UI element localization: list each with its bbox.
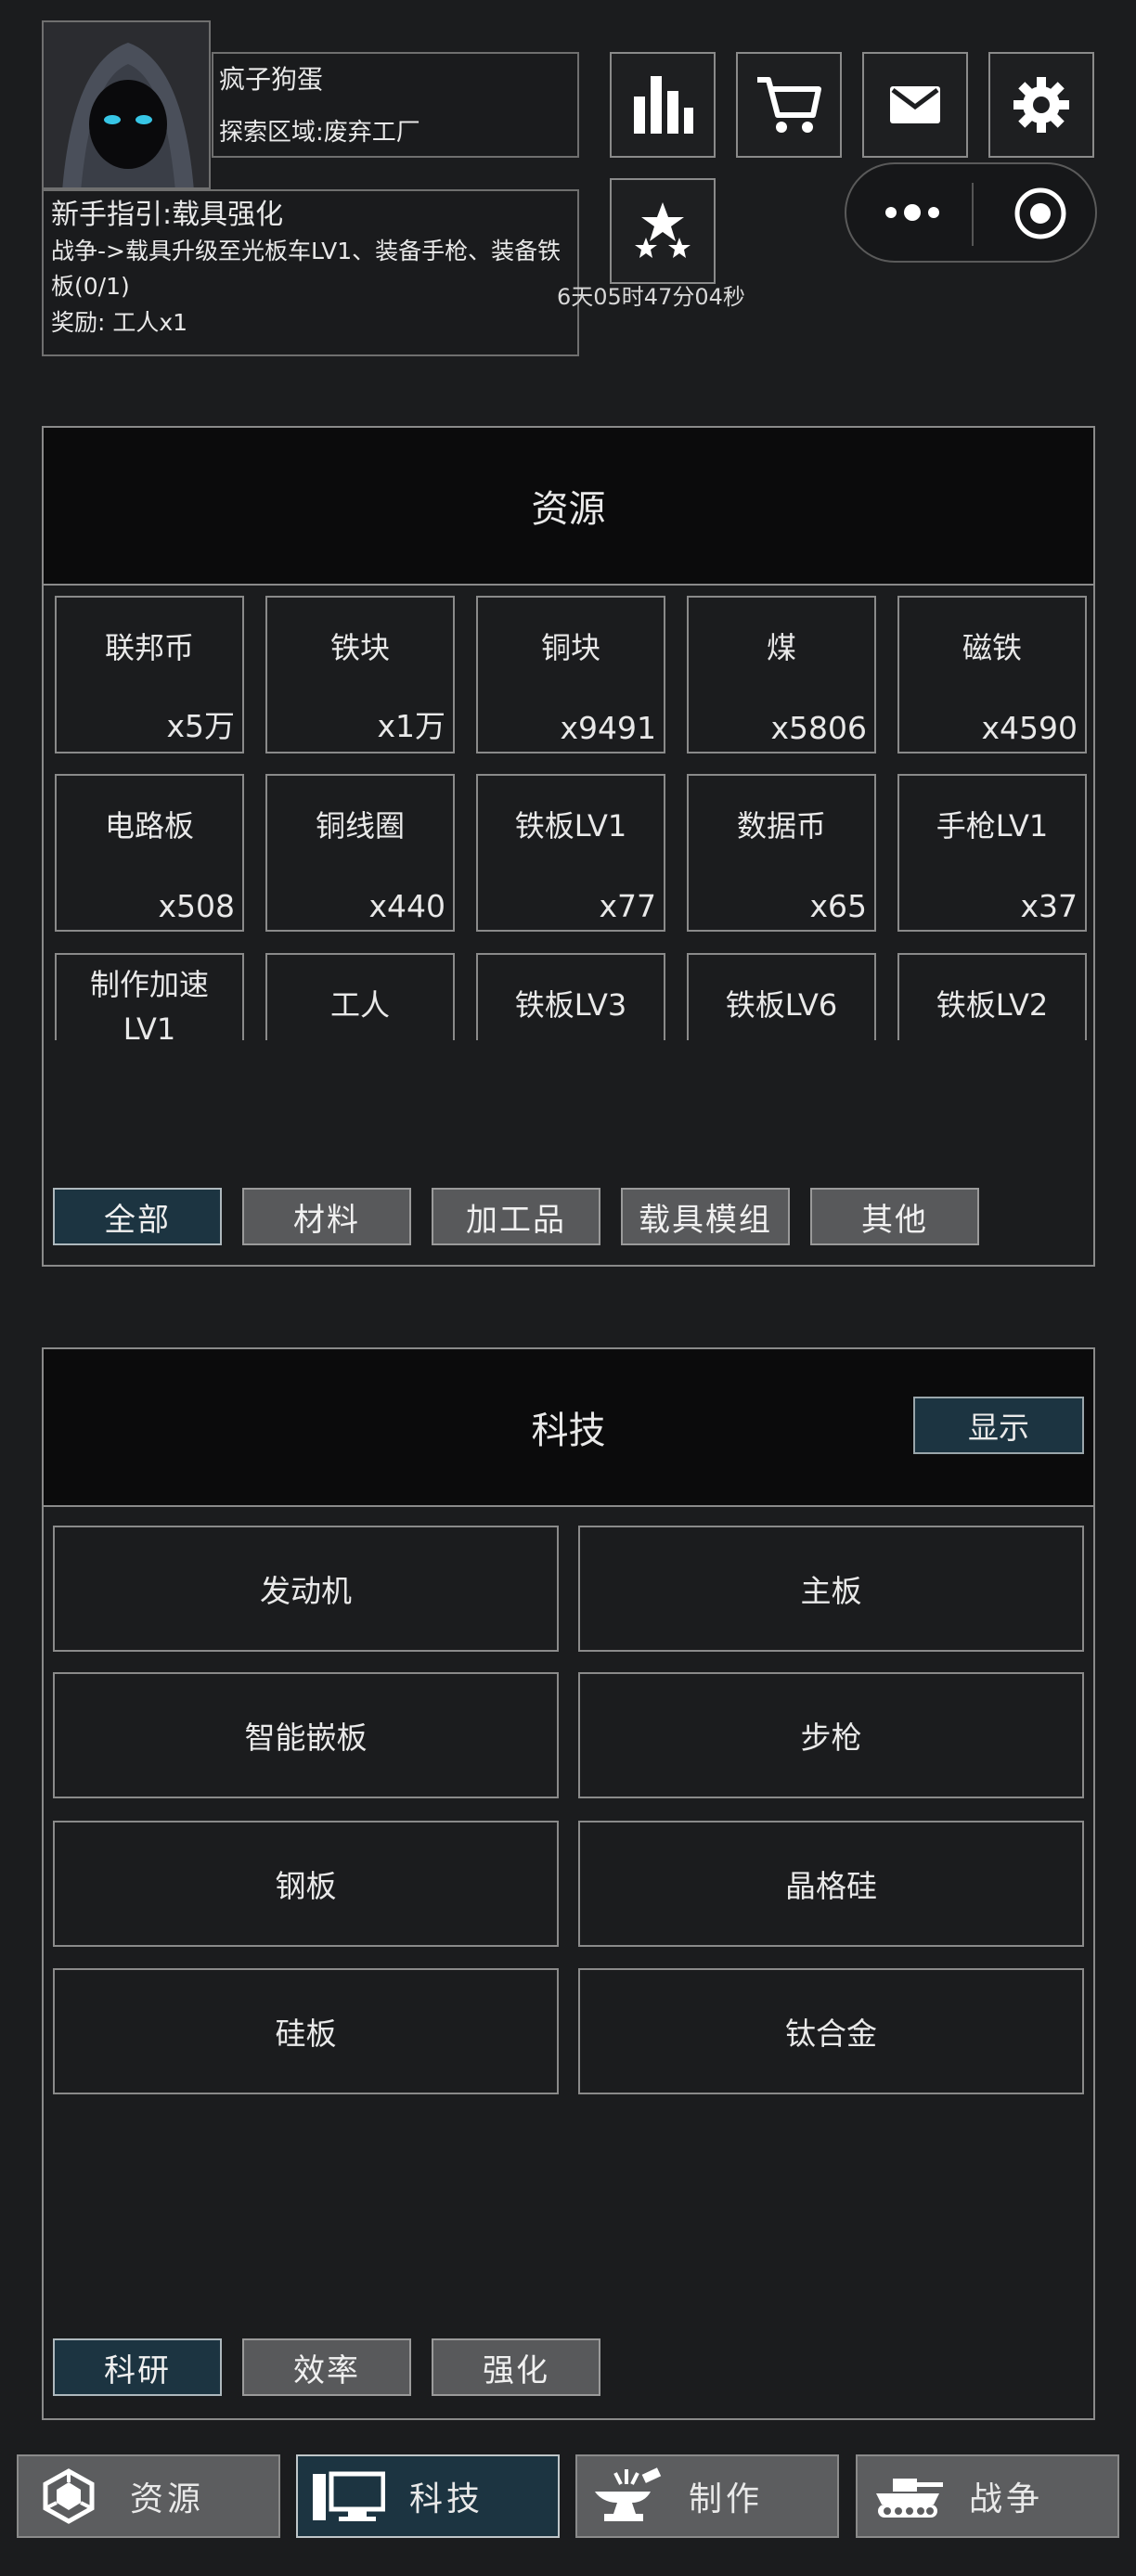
resource-item-count: x5万 xyxy=(166,708,235,744)
resource-item[interactable]: 铁板LV1 x77 xyxy=(476,774,665,932)
capsule-divider xyxy=(972,183,974,246)
resource-item-label: 铁板LV3 xyxy=(514,987,627,1023)
resource-item-label: 铜块 xyxy=(540,630,600,665)
newbie-guide[interactable]: 新手指引:载具强化 战争->载具升级至光板车LV1、装备手枪、装备铁板(0/1)… xyxy=(42,189,579,356)
crystal-icon xyxy=(32,2464,106,2529)
nav-item-craft[interactable]: 制作 xyxy=(575,2454,839,2538)
tech-item[interactable]: 步枪 xyxy=(578,1672,1084,1798)
guide-reward: 奖励: 工人x1 xyxy=(51,309,188,336)
more-dots-icon xyxy=(885,204,939,221)
player-avatar[interactable] xyxy=(42,20,211,189)
tech-tab[interactable]: 效率 xyxy=(242,2338,411,2396)
tech-item[interactable]: 晶格硅 xyxy=(578,1821,1084,1947)
resource-grid-fade xyxy=(44,1040,1093,1057)
resource-item[interactable]: 煤 x5806 xyxy=(687,596,876,753)
tech-panel: 科技 发动机 主板 智能嵌板 步枪 钢板 晶格硅 硅板 钛合金 科研 效率 强化 xyxy=(42,1347,1095,2420)
nav-label: 资源 xyxy=(130,2480,205,2518)
resources-panel: 资源 联邦币 x5万 铁块 x1万 铜块 x9491 煤 x5806 磁铁 x4590 电路板 x50… xyxy=(42,426,1095,1267)
resource-item-count: x77 xyxy=(599,888,656,924)
resource-item-label: 工人 xyxy=(329,987,390,1023)
mail-icon xyxy=(890,86,940,123)
shop-button[interactable] xyxy=(736,52,842,158)
nav-label: 科技 xyxy=(409,2480,484,2518)
resource-item-label: 铁板LV1 xyxy=(514,808,627,844)
hooded-figure-icon xyxy=(44,22,209,187)
nav-item-war[interactable]: 战争 xyxy=(856,2454,1119,2538)
resource-item-label: 联邦币 xyxy=(104,630,194,665)
tech-item[interactable]: 发动机 xyxy=(53,1526,559,1652)
resource-item-count: x4590 xyxy=(981,710,1078,746)
resource-tab[interactable]: 材料 xyxy=(242,1188,411,1245)
settings-button[interactable] xyxy=(988,52,1094,158)
mail-button[interactable] xyxy=(862,52,968,158)
nav-label: 战争 xyxy=(969,2480,1044,2518)
resource-item-count: x9491 xyxy=(560,710,656,746)
resource-item[interactable]: 手枪LV1 x37 xyxy=(897,774,1087,932)
resource-item[interactable]: 铜块 x9491 xyxy=(476,596,665,753)
resource-item-count: x5806 xyxy=(770,710,867,746)
resource-item-label: 铁块 xyxy=(329,630,390,665)
resource-tab[interactable]: 载具模组 xyxy=(621,1188,790,1245)
stars-icon xyxy=(635,202,691,258)
tech-tab[interactable]: 科研 xyxy=(53,2338,222,2396)
resource-item-label: 制作加速LV1 xyxy=(89,967,209,1047)
close-miniprogram-button[interactable] xyxy=(1012,185,1069,242)
resource-item-count: x37 xyxy=(1020,888,1078,924)
player-info: 疯子狗蛋 探索区域:废弃工厂 xyxy=(212,52,579,158)
tech-tab[interactable]: 强化 xyxy=(432,2338,600,2396)
resources-title: 资源 xyxy=(44,428,1093,586)
resource-item-label: 电路板 xyxy=(104,808,194,844)
resource-item-count: x440 xyxy=(368,888,445,924)
gear-icon xyxy=(1013,77,1069,133)
resource-item[interactable]: 磁铁 x4590 xyxy=(897,596,1087,753)
achievement-button[interactable] xyxy=(610,178,716,284)
event-timer: 6天05时47分04秒 xyxy=(557,284,745,310)
tech-item[interactable]: 钢板 xyxy=(53,1821,559,1947)
explore-area: 探索区域:废弃工厂 xyxy=(219,119,420,147)
more-button[interactable] xyxy=(880,194,945,231)
nav-item-tech[interactable]: 科技 xyxy=(296,2454,560,2538)
guide-title: 新手指引:载具强化 xyxy=(51,199,284,231)
resource-item-count: x65 xyxy=(809,888,867,924)
resource-item-label: 数据币 xyxy=(736,808,826,844)
mini-program-capsule xyxy=(845,162,1097,263)
target-circle-icon xyxy=(1014,187,1066,239)
resource-tab[interactable]: 加工品 xyxy=(432,1188,600,1245)
resource-item-label: 磁铁 xyxy=(962,630,1022,665)
nav-item-resources[interactable]: 资源 xyxy=(17,2454,280,2538)
tech-item[interactable]: 硅板 xyxy=(53,1968,559,2094)
player-name: 疯子狗蛋 xyxy=(219,64,324,95)
cart-icon xyxy=(757,77,821,133)
resource-item[interactable]: 铁块 x1万 xyxy=(265,596,455,753)
resource-item-label: 煤 xyxy=(766,630,796,665)
computer-icon xyxy=(311,2464,385,2529)
nav-label: 制作 xyxy=(689,2480,764,2518)
resource-grid[interactable]: 联邦币 x5万 铁块 x1万 铜块 x9491 煤 x5806 磁铁 x4590 电路板 x508 铜线… xyxy=(44,586,1093,1057)
anvil-icon xyxy=(590,2464,665,2529)
resource-item-count: x1万 xyxy=(377,708,445,744)
resource-item-label: 铁板LV2 xyxy=(936,987,1049,1023)
tech-item[interactable]: 钛合金 xyxy=(578,1968,1084,2094)
show-button[interactable]: 显示 xyxy=(913,1397,1084,1454)
resource-item[interactable]: 电路板 x508 xyxy=(55,774,244,932)
resource-item-count: x508 xyxy=(158,888,235,924)
tech-item[interactable]: 智能嵌板 xyxy=(53,1672,559,1798)
resource-item[interactable]: 数据币 x65 xyxy=(687,774,876,932)
resource-item[interactable]: 联邦币 x5万 xyxy=(55,596,244,753)
resource-item[interactable]: 铜线圈 x440 xyxy=(265,774,455,932)
bar-chart-icon xyxy=(634,76,693,134)
guide-description: 战争->载具升级至光板车LV1、装备手枪、装备铁板(0/1) xyxy=(51,238,562,300)
tech-item[interactable]: 主板 xyxy=(578,1526,1084,1652)
resource-tab[interactable]: 其他 xyxy=(810,1188,979,1245)
stats-button[interactable] xyxy=(610,52,716,158)
tank-icon xyxy=(871,2464,945,2529)
resource-tab[interactable]: 全部 xyxy=(53,1188,222,1245)
resource-item-label: 铜线圈 xyxy=(315,808,405,844)
resource-item-label: 铁板LV6 xyxy=(725,987,838,1023)
resource-item-label: 手枪LV1 xyxy=(936,808,1049,844)
